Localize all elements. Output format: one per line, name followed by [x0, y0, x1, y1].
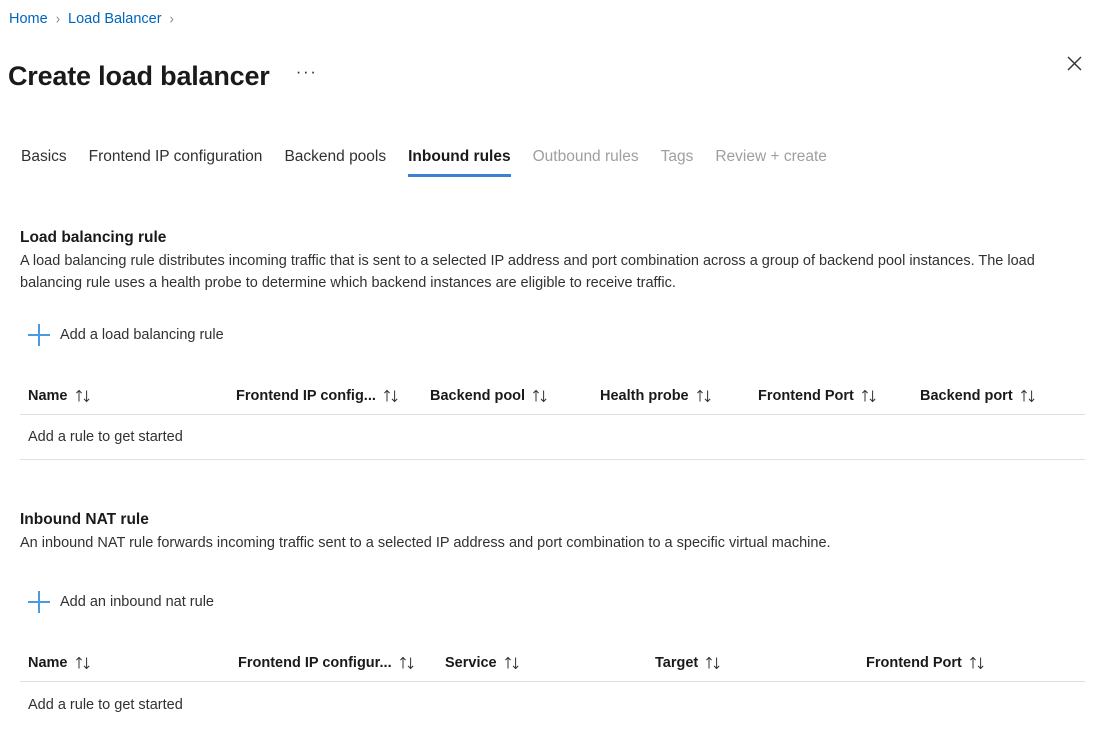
inbound-nat-rules-empty-row: Add a rule to get started: [28, 696, 183, 713]
column-header-frontend-port-label: Frontend Port: [866, 655, 962, 671]
close-icon: [1067, 56, 1082, 71]
column-header-name[interactable]: Name: [28, 386, 92, 406]
column-header-frontend-port-label: Frontend Port: [758, 388, 854, 404]
create-load-balancer-page: Home › Load Balancer › Create load balan…: [0, 0, 1099, 741]
plus-icon: [28, 324, 50, 346]
page-title: Create load balancer: [8, 61, 270, 92]
load-balancing-rules-empty-row: Add a rule to get started: [20, 415, 1085, 460]
sort-arrows-icon: [969, 655, 986, 671]
breadcrumb-item-load-balancer[interactable]: Load Balancer: [67, 9, 163, 29]
add-inbound-nat-rule-button[interactable]: Add an inbound nat rule: [28, 590, 214, 614]
sort-arrows-icon: [705, 655, 722, 671]
load-balancing-rule-heading: Load balancing rule: [20, 228, 167, 246]
column-header-target-label: Target: [655, 655, 699, 671]
column-header-target[interactable]: Target: [655, 653, 722, 673]
column-header-backend-port[interactable]: Backend port: [920, 386, 1037, 406]
column-header-frontend-port[interactable]: Frontend Port: [758, 386, 878, 406]
column-header-frontend-ip-configuration-label: Frontend IP configur...: [238, 655, 392, 671]
breadcrumb-separator-icon: ›: [169, 10, 174, 27]
column-header-backend-pool-label: Backend pool: [430, 388, 526, 404]
sort-arrows-icon: [696, 388, 713, 404]
add-inbound-nat-rule-label: Add an inbound nat rule: [60, 594, 214, 610]
tab-outbound-rules[interactable]: Outbound rules: [522, 146, 650, 168]
column-header-frontend-ip-config-label: Frontend IP config...: [236, 388, 376, 404]
column-header-service[interactable]: Service: [445, 653, 521, 673]
table-header-row: Name Frontend IP config... Backend pool …: [20, 381, 1085, 415]
sort-arrows-icon: [532, 388, 549, 404]
close-button[interactable]: [1058, 47, 1090, 79]
tab-review-create[interactable]: Review + create: [704, 146, 838, 168]
column-header-frontend-ip-configuration[interactable]: Frontend IP configur...: [238, 653, 416, 673]
breadcrumb: Home › Load Balancer ›: [8, 9, 181, 29]
load-balancing-rule-description: A load balancing rule distributes incomi…: [20, 253, 1035, 291]
column-header-health-probe[interactable]: Health probe: [600, 386, 713, 406]
tab-tags[interactable]: Tags: [650, 146, 705, 168]
sort-arrows-icon: [504, 655, 521, 671]
sort-arrows-icon: [861, 388, 878, 404]
column-header-name[interactable]: Name: [28, 653, 92, 673]
sort-arrows-icon: [1020, 388, 1037, 404]
column-header-service-label: Service: [445, 655, 497, 671]
more-options-button[interactable]: ···: [292, 61, 322, 91]
column-header-frontend-ip-config[interactable]: Frontend IP config...: [236, 386, 400, 406]
column-header-name-label: Name: [28, 655, 68, 671]
sort-arrows-icon: [75, 655, 92, 671]
column-header-backend-pool[interactable]: Backend pool: [430, 386, 549, 406]
title-row: Create load balancer ···: [8, 40, 322, 112]
column-header-health-probe-label: Health probe: [600, 388, 689, 404]
sort-arrows-icon: [383, 388, 400, 404]
add-load-balancing-rule-label: Add a load balancing rule: [60, 327, 224, 343]
add-load-balancing-rule-button[interactable]: Add a load balancing rule: [28, 323, 224, 347]
tab-backend-pools[interactable]: Backend pools: [273, 146, 397, 168]
tab-frontend-ip-configuration[interactable]: Frontend IP configuration: [78, 146, 274, 168]
column-header-backend-port-label: Backend port: [920, 388, 1013, 404]
column-header-name-label: Name: [28, 388, 68, 404]
sort-arrows-icon: [399, 655, 416, 671]
table-header-row: Name Frontend IP configur... Service Tar…: [20, 648, 1085, 682]
tab-inbound-rules[interactable]: Inbound rules: [397, 146, 521, 177]
wizard-tabs: Basics Frontend IP configuration Backend…: [10, 146, 838, 182]
inbound-nat-rules-table: Name Frontend IP configur... Service Tar…: [20, 648, 1085, 727]
inbound-nat-rule-description: An inbound NAT rule forwards incoming tr…: [20, 535, 831, 551]
plus-icon: [28, 591, 50, 613]
column-header-frontend-port[interactable]: Frontend Port: [866, 653, 986, 673]
sort-arrows-icon: [75, 388, 92, 404]
tab-basics[interactable]: Basics: [10, 146, 78, 168]
load-balancing-rules-table: Name Frontend IP config... Backend pool …: [20, 381, 1085, 460]
inbound-nat-rule-heading: Inbound NAT rule: [20, 510, 149, 528]
breadcrumb-separator-icon: ›: [55, 10, 61, 27]
breadcrumb-item-home[interactable]: Home: [8, 9, 49, 29]
